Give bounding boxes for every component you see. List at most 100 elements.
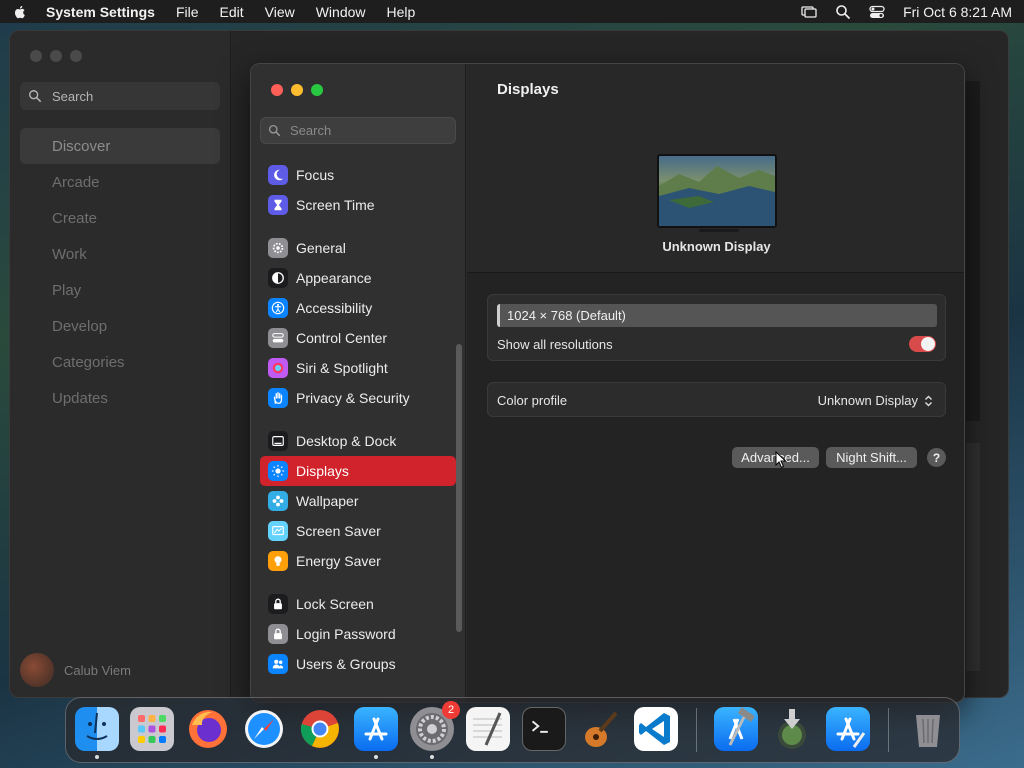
display-arrangement-area: Displays Unknown Display <box>467 64 964 273</box>
color-profile-popup[interactable]: Unknown Display <box>818 393 933 408</box>
siri-icon <box>268 358 288 378</box>
sidebar-item-screen-saver[interactable]: Screen Saver <box>260 516 456 546</box>
sidebar-item-appearance[interactable]: Appearance <box>260 263 456 293</box>
sidebar-scrollbar[interactable] <box>456 344 462 632</box>
resolution-option-selected[interactable]: 1024 × 768 (Default) <box>497 304 937 327</box>
accessibility-icon <box>268 298 288 318</box>
apple-icon[interactable] <box>12 4 28 20</box>
sidebar-item-wallpaper[interactable]: Wallpaper <box>260 486 456 516</box>
appstore-search-field[interactable]: Search <box>20 82 220 110</box>
night-shift-button[interactable]: Night Shift... <box>826 447 917 468</box>
sidebar-item-siri-and-spotlight[interactable]: Siri & Spotlight <box>260 353 456 383</box>
sidebar-item-displays[interactable]: Displays <box>260 456 456 486</box>
dock-garageband[interactable] <box>578 707 622 751</box>
settings-search-field[interactable]: Search <box>260 117 456 144</box>
appstore-nav-updates[interactable]: Updates <box>20 380 220 416</box>
sidebar-item-general[interactable]: General <box>260 233 456 263</box>
show-all-resolutions-toggle[interactable] <box>909 336 936 352</box>
screen-mirroring-icon[interactable] <box>801 4 817 20</box>
dock-xcode[interactable] <box>714 707 758 751</box>
close-button[interactable] <box>30 50 42 62</box>
settings-search-placeholder: Search <box>290 123 332 138</box>
avatar <box>20 653 54 687</box>
help-button[interactable]: ? <box>927 448 946 467</box>
menu-edit[interactable]: Edit <box>220 4 244 20</box>
sidebar-item-label: Displays <box>296 463 349 479</box>
guitar-icon <box>585 711 618 747</box>
dock-vscode[interactable] <box>634 707 678 751</box>
dock-launchpad[interactable] <box>130 707 174 751</box>
appstore-search-placeholder: Search <box>52 88 94 104</box>
sidebar-item-label: Wallpaper <box>296 493 359 509</box>
control-center-icon[interactable] <box>869 4 885 20</box>
trash-icon <box>916 715 940 747</box>
sidebar-item-label: Privacy & Security <box>296 390 410 406</box>
dock-installer[interactable] <box>770 707 814 751</box>
sidebar-item-privacy-and-security[interactable]: Privacy & Security <box>260 383 456 413</box>
sidebar-item-label: Appearance <box>296 270 372 286</box>
sidebar-item-accessibility[interactable]: Accessibility <box>260 293 456 323</box>
sidebar-item-label: Desktop & Dock <box>296 433 397 449</box>
appstore-nav-develop[interactable]: Develop <box>20 308 220 344</box>
appstore-traffic-lights <box>30 50 82 62</box>
dock-trash[interactable] <box>906 707 950 751</box>
minimize-button[interactable] <box>50 50 62 62</box>
display-thumbnail[interactable] <box>657 154 777 232</box>
sidebar-item-label: Focus <box>296 167 335 183</box>
dock-system-settings[interactable]: 2 <box>410 701 460 759</box>
sidebar-item-focus[interactable]: Focus <box>260 160 456 190</box>
appearance-icon <box>268 268 288 288</box>
appstore-nav-play[interactable]: Play <box>20 272 220 308</box>
account-name: Calub Viem <box>64 662 131 678</box>
zoom-button[interactable] <box>311 84 323 96</box>
menu-help[interactable]: Help <box>387 4 416 20</box>
dock-terminal[interactable] <box>522 707 566 751</box>
sidebar-item-label: General <box>296 240 346 256</box>
dock-firefox[interactable] <box>186 707 230 751</box>
dock-app-store-2[interactable] <box>826 707 870 751</box>
sidebar-item-screen-time[interactable]: Screen Time <box>260 190 456 220</box>
dock-app-store[interactable] <box>354 707 398 759</box>
appstore-nav-create[interactable]: Create <box>20 200 220 236</box>
control-center-icon <box>268 328 288 348</box>
sidebar-item-desktop-and-dock[interactable]: Desktop & Dock <box>260 426 456 456</box>
sidebar-item-label: Siri & Spotlight <box>296 360 388 376</box>
running-indicator <box>95 755 99 759</box>
hammer-icon <box>728 707 755 746</box>
nav-label: Arcade <box>52 173 100 191</box>
sidebar-item-label: Screen Saver <box>296 523 381 539</box>
dock-safari[interactable] <box>242 707 286 751</box>
app-store-pencil-icon <box>836 717 866 748</box>
notification-badge: 2 <box>442 701 460 719</box>
sidebar-item-login-password[interactable]: Login Password <box>260 619 456 649</box>
close-button[interactable] <box>271 84 283 96</box>
users-icon <box>268 654 288 674</box>
menu-clock[interactable]: Fri Oct 6 8:21 AM <box>903 4 1012 20</box>
menu-app-name[interactable]: System Settings <box>46 4 155 20</box>
appstore-nav-work[interactable]: Work <box>20 236 220 272</box>
zoom-button[interactable] <box>70 50 82 62</box>
appstore-account[interactable]: Calub Viem <box>20 653 131 687</box>
menu-file[interactable]: File <box>176 4 199 20</box>
display-stand <box>699 229 739 232</box>
sidebar-item-lock-screen[interactable]: Lock Screen <box>260 589 456 619</box>
dock-textedit[interactable] <box>466 707 510 751</box>
appstore-nav-discover[interactable]: Discover <box>20 128 220 164</box>
dock-finder[interactable] <box>75 707 119 759</box>
appstore-nav-arcade[interactable]: Arcade <box>20 164 220 200</box>
menu-view[interactable]: View <box>265 4 295 20</box>
menu-window[interactable]: Window <box>316 4 366 20</box>
dock: 2 <box>65 697 960 763</box>
sidebar-item-control-center[interactable]: Control Center <box>260 323 456 353</box>
mouse-cursor-icon <box>775 451 787 469</box>
minimize-button[interactable] <box>291 84 303 96</box>
dock-chrome[interactable] <box>298 707 342 751</box>
sidebar-item-energy-saver[interactable]: Energy Saver <box>260 546 456 576</box>
terminal-icon <box>531 720 548 733</box>
search-icon[interactable] <box>835 4 851 20</box>
appstore-nav-categories[interactable]: Categories <box>20 344 220 380</box>
sidebar-item-users-and-groups[interactable]: Users & Groups <box>260 649 456 679</box>
displays-pane: Displays Unknown Display 1024 × 768 (Def… <box>467 64 964 702</box>
nav-label: Create <box>52 209 98 227</box>
